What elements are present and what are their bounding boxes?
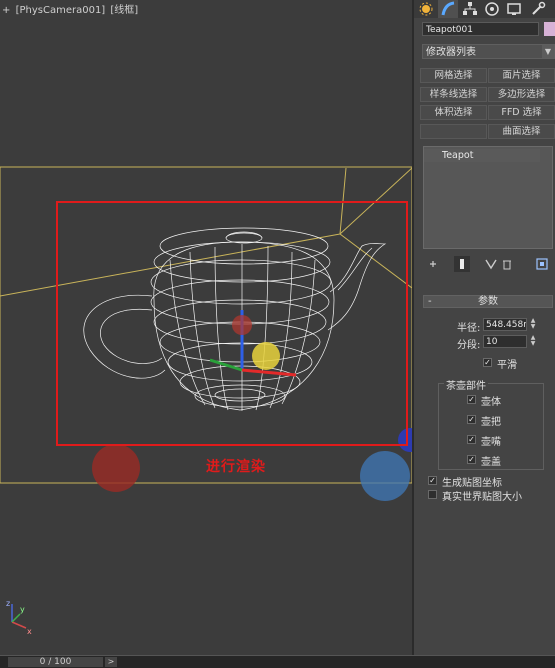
- trash-icon: [503, 260, 511, 270]
- blue-sphere-small: [398, 428, 412, 452]
- next-frame-button[interactable]: >: [105, 657, 117, 667]
- render-region-label: 进行渲染: [206, 459, 266, 475]
- red-sphere: [92, 444, 140, 492]
- smooth-label: 平滑: [497, 360, 517, 371]
- segments-label: 分段:: [457, 340, 481, 351]
- utilities-tab[interactable]: [528, 0, 548, 18]
- axis-z-label: z: [6, 599, 10, 608]
- transform-gizmo: [209, 310, 297, 377]
- utilities-icon: [532, 1, 546, 15]
- collapse-minus-icon: -: [428, 296, 432, 307]
- hierarchy-icon: [463, 2, 477, 15]
- viewport-scene: z x y: [0, 166, 412, 636]
- handle-label: 壶把: [481, 417, 501, 428]
- mesh-select-button[interactable]: 网格选择: [420, 68, 487, 83]
- command-panel: Teapot001 修改器列表 ▼ 网格选择 面片选择 样条线选择 多边形选择 …: [414, 0, 555, 655]
- perspective-viewport[interactable]: + [PhysCamera001] [线框] z x y 进行渲染: [0, 0, 412, 655]
- spout-checkbox[interactable]: ✓: [467, 435, 476, 444]
- make-unique-button[interactable]: [484, 256, 498, 272]
- smooth-checkbox[interactable]: ✓: [483, 358, 492, 367]
- object-name-field[interactable]: Teapot001: [422, 22, 539, 36]
- modifier-list-label: 修改器列表: [426, 47, 476, 58]
- hierarchy-tab[interactable]: [460, 0, 480, 18]
- axis-x-label: x: [27, 627, 32, 636]
- pin-stack-button[interactable]: [426, 256, 440, 272]
- modifier-stack[interactable]: Teapot: [423, 146, 553, 249]
- display-icon: [507, 3, 521, 15]
- poly-select-button[interactable]: 多边形选择: [488, 87, 555, 102]
- stack-item-teapot[interactable]: Teapot: [424, 149, 540, 162]
- command-panel-tabs: [414, 0, 555, 18]
- segments-spinner[interactable]: ▲ ▼: [529, 335, 537, 348]
- teapot-parts-title: 茶壶部件: [444, 377, 488, 392]
- modify-tab[interactable]: [438, 0, 458, 18]
- parameters-rollout-header[interactable]: - 参数: [423, 295, 553, 308]
- radius-spinner[interactable]: ▲ ▼: [529, 318, 537, 331]
- create-icon: [419, 2, 433, 16]
- patch-select-button[interactable]: 面片选择: [488, 68, 555, 83]
- configure-icon: [536, 258, 548, 270]
- volume-select-button[interactable]: 体积选择: [420, 105, 487, 120]
- segments-field[interactable]: 10: [483, 335, 527, 348]
- stack-toolbar: [420, 256, 553, 272]
- spline-select-button[interactable]: 样条线选择: [420, 87, 487, 102]
- object-color-swatch[interactable]: [544, 22, 555, 36]
- empty-modifier-button[interactable]: [420, 124, 487, 139]
- display-tab[interactable]: [504, 0, 524, 18]
- modify-icon: [441, 1, 455, 16]
- teapot-parts-group: 茶壶部件 ✓ 壶体 ✓ 壶把 ✓ 壶嘴 ✓ 壶盖: [438, 377, 544, 470]
- lid-checkbox[interactable]: ✓: [467, 455, 476, 464]
- body-label: 壶体: [481, 397, 501, 408]
- real-world-checkbox[interactable]: [428, 490, 437, 499]
- gen-mapping-label: 生成贴图坐标: [442, 478, 502, 489]
- handle-checkbox[interactable]: ✓: [467, 415, 476, 424]
- ffd-select-button[interactable]: FFD 选择: [488, 105, 555, 120]
- blue-sphere: [360, 451, 410, 501]
- create-tab[interactable]: [416, 0, 436, 18]
- pin-icon: [430, 261, 436, 267]
- motion-tab[interactable]: [482, 0, 502, 18]
- parameters-title: 参数: [478, 296, 498, 307]
- motion-icon: [485, 2, 499, 16]
- remove-modifier-button[interactable]: [500, 256, 514, 272]
- radius-label: 半径:: [457, 323, 481, 334]
- make-unique-icon: [485, 259, 497, 270]
- surface-select-button[interactable]: 曲面选择: [488, 124, 555, 139]
- time-slider[interactable]: 0 / 100: [8, 657, 103, 667]
- lid-label: 壶盖: [481, 457, 501, 468]
- show-end-result-button[interactable]: [454, 256, 470, 272]
- radius-field[interactable]: 548.458m: [483, 318, 527, 331]
- configure-sets-button[interactable]: [534, 256, 550, 272]
- spout-label: 壶嘴: [481, 437, 501, 448]
- real-world-label: 真实世界贴图大小: [442, 492, 522, 503]
- modifier-list-dropdown[interactable]: 修改器列表 ▼: [422, 44, 555, 59]
- timeline-bar[interactable]: 0 / 100 >: [0, 655, 555, 668]
- camera-safe-frame: [0, 166, 412, 484]
- gen-mapping-checkbox[interactable]: ✓: [428, 476, 437, 485]
- body-checkbox[interactable]: ✓: [467, 395, 476, 404]
- axis-y-label: y: [20, 605, 25, 614]
- end-result-icon: [460, 259, 464, 269]
- chevron-down-icon[interactable]: ▼: [542, 45, 554, 58]
